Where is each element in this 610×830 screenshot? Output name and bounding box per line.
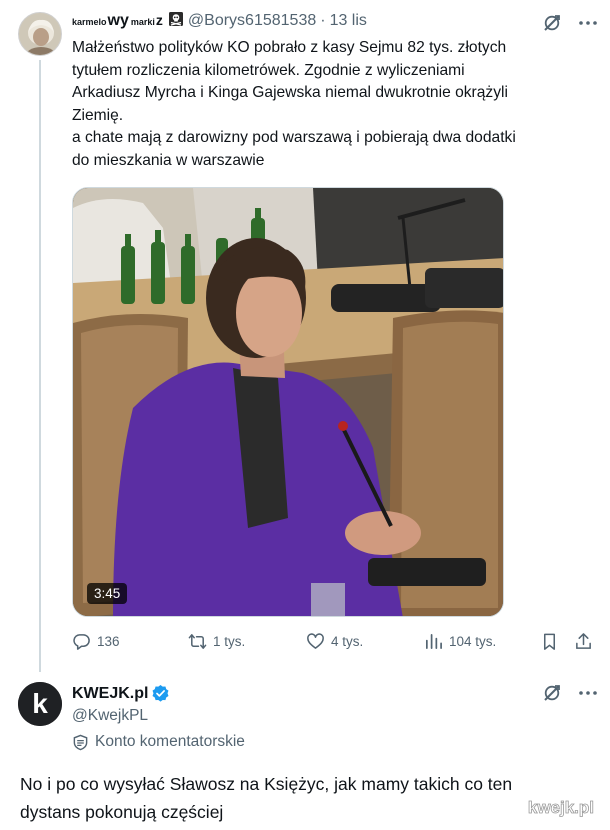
bookmark-button[interactable] (540, 632, 565, 651)
author-avatar[interactable] (18, 12, 62, 56)
repost-icon (188, 634, 207, 649)
reply-author-avatar[interactable]: k (18, 682, 62, 726)
tweet-text-line: tytułem rozliczenia kilometrówek. Zgodni… (72, 61, 465, 79)
like-count: 4 tys. (331, 634, 364, 649)
tweet-text-line: Arkadiusz Myrcha i Kinga Gajewska niemal… (72, 84, 508, 101)
avatar-photo (19, 13, 61, 55)
reply-author-display-name[interactable]: KWEJK.pl (72, 685, 148, 703)
kwejk-logo-icon: k (18, 682, 62, 726)
display-name-part: marki (130, 17, 155, 27)
tweet-text-line: Małżeństwo polityków KO pobrało z kasy S… (72, 39, 507, 56)
commentator-account-icon (73, 734, 88, 750)
display-name-part: karmelo (72, 17, 107, 27)
author-handle[interactable]: @Borys61581538 (188, 12, 316, 30)
more-options-icon[interactable] (577, 13, 599, 33)
thread-connector-line (39, 60, 41, 672)
verified-badge-icon[interactable] (151, 684, 170, 703)
views-count: 104 tys. (449, 634, 497, 649)
share-icon (576, 633, 591, 649)
heart-icon (307, 633, 324, 649)
author-display-name[interactable]: karmelo wy marki z (72, 12, 163, 30)
tweet-header: karmelo wy marki z @Borys61581538 · 13 l… (72, 11, 367, 35)
display-name-part: wy (107, 12, 129, 29)
grok-icon[interactable] (542, 683, 562, 703)
bookmark-icon (543, 633, 556, 650)
video-frame (73, 188, 503, 616)
reply-text: No i po co wysyłać Sławosz na Księżyc, j… (20, 770, 580, 826)
skull-crossbones-icon (168, 12, 183, 26)
repost-button[interactable]: 1 tys. (188, 632, 245, 651)
svg-text:k: k (32, 688, 48, 719)
tweet-text: Małżeństwo polityków KO pobrało z kasy S… (72, 37, 597, 172)
kwejk-watermark: kwejk.pl (527, 798, 594, 818)
reply-text-line: No i po co wysyłać Sławosz na Księżyc, j… (20, 774, 513, 794)
video-player[interactable]: 3:45 (72, 187, 504, 617)
reply-author-handle[interactable]: @KwejkPL (72, 707, 148, 725)
display-name-part: z (155, 12, 163, 28)
account-label-text: Konto komentatorskie (95, 733, 245, 750)
video-duration-badge: 3:45 (87, 583, 128, 604)
original-tweet: karmelo wy marki z @Borys61581538 · 13 l… (0, 0, 610, 672)
reply-button[interactable]: 136 (72, 632, 120, 651)
tweet-actions-bar: 136 1 tys. 4 tys. 104 tys. (72, 632, 597, 656)
reply-count: 136 (97, 634, 120, 649)
views-button[interactable]: 104 tys. (424, 632, 496, 651)
views-chart-icon (425, 633, 442, 650)
account-label: Konto komentatorskie (72, 733, 245, 751)
tweet-text-line: Ziemię. (72, 106, 124, 124)
svg-text:kwejk.pl: kwejk.pl (528, 798, 594, 817)
repost-count: 1 tys. (213, 634, 246, 649)
reply-author-name-row: KWEJK.pl (72, 684, 170, 703)
grok-icon[interactable] (542, 13, 562, 33)
reply-icon (73, 634, 90, 650)
tweet-timestamp[interactable]: 13 lis (330, 12, 367, 30)
reply-text-line: dystans pokonują częściej (20, 802, 224, 822)
tweet-text-line: do mieszkania w warszawie (72, 151, 265, 169)
like-button[interactable]: 4 tys. (306, 632, 363, 651)
tweet-text-line: a chate mają z darowizny pod warszawą i … (72, 129, 516, 146)
more-options-icon[interactable] (577, 683, 599, 703)
share-button[interactable] (574, 632, 599, 651)
separator-dot: · (320, 12, 326, 29)
